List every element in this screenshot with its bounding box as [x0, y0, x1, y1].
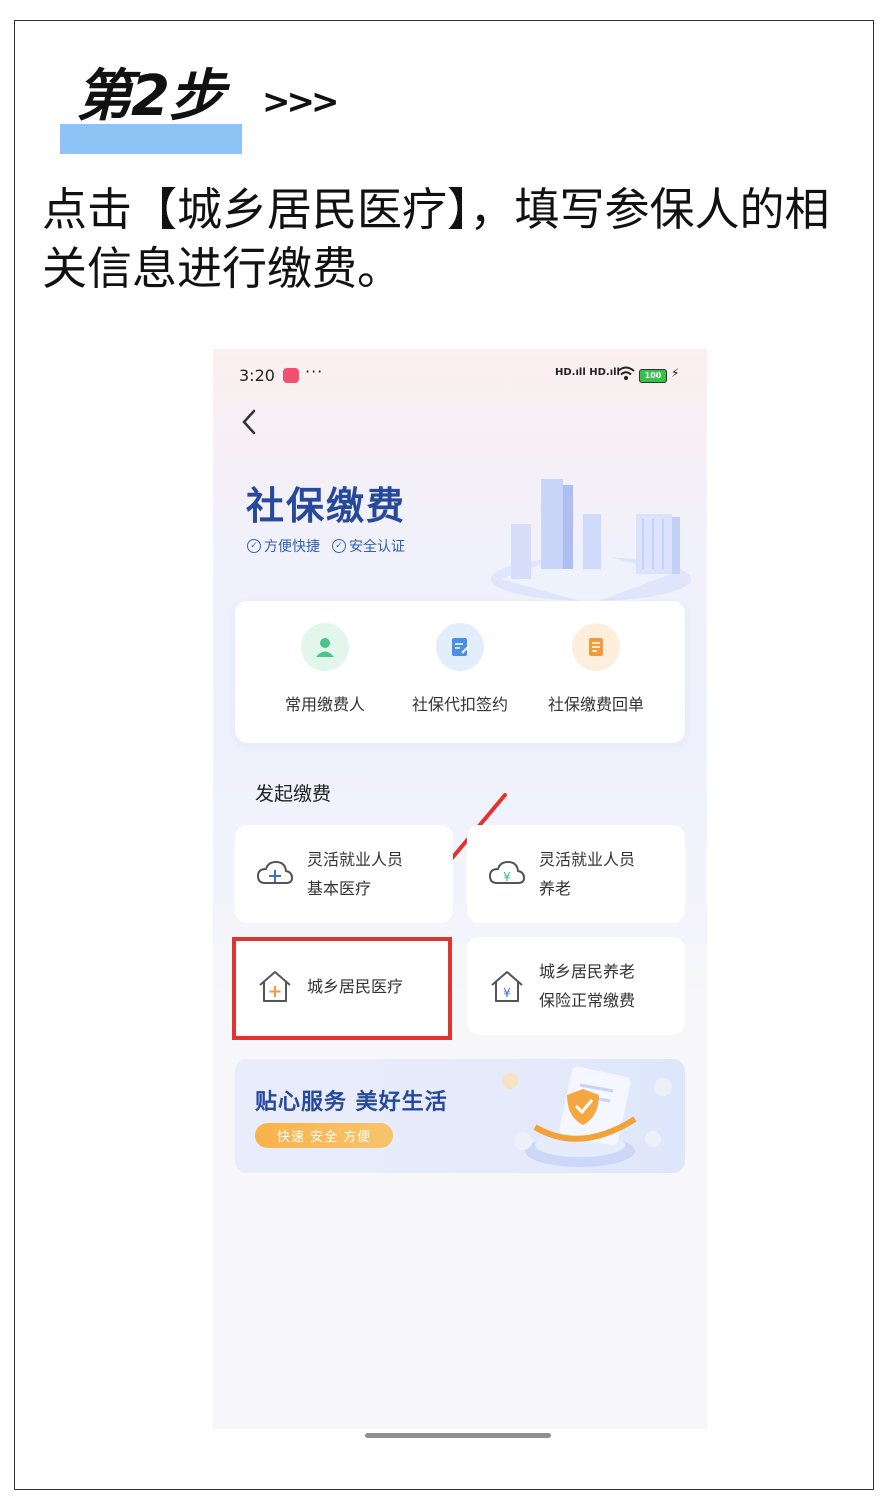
home-indicator[interactable] — [365, 1433, 551, 1438]
instruction-text: 点击【城乡居民医疗】，填写参保人的相关信息进行缴费。 — [42, 183, 830, 295]
quick-action-payer[interactable]: 常用缴费人 — [255, 623, 395, 715]
wifi-icon — [617, 366, 635, 380]
receipt-icon — [572, 623, 620, 671]
hero-tags: ✓ 方便快捷 ✓ 安全认证 — [247, 536, 405, 556]
quick-action-receipt[interactable]: 社保缴费回单 — [526, 623, 666, 715]
check-circle-icon: ✓ — [332, 539, 346, 553]
highlight-box — [232, 937, 452, 1040]
quick-action-sign[interactable]: 社保代扣签约 — [390, 623, 530, 715]
svg-text:¥: ¥ — [503, 870, 511, 884]
step-arrows: >>> — [262, 82, 339, 122]
charging-icon: ⚡ — [671, 366, 680, 380]
status-more-icon: ··· — [305, 362, 324, 381]
banner-subtitle: 快速 安全 方便 — [255, 1123, 394, 1148]
option-flexible-medical[interactable]: 灵活就业人员 基本医疗 — [235, 825, 453, 923]
signal-icon: HD.ıll HD.ıll — [555, 367, 620, 378]
hero-tag: ✓ 安全认证 — [332, 536, 405, 556]
buildings-illustration-icon — [491, 479, 691, 604]
cloud-plus-icon — [256, 860, 294, 884]
service-banner[interactable]: 贴心服务 美好生活 快速 安全 方便 — [235, 1059, 685, 1173]
section-title: 发起缴费 — [255, 783, 332, 805]
back-arrow-icon[interactable] — [241, 409, 257, 442]
quick-actions-card: 常用缴费人 社保代扣签约 社保缴费回单 — [235, 601, 685, 743]
svg-text:¥: ¥ — [503, 986, 511, 1000]
check-circle-icon: ✓ — [247, 539, 261, 553]
status-time: 3:20 — [239, 366, 275, 385]
page-title: 社保缴费 — [246, 484, 407, 528]
notification-app-icon — [283, 368, 299, 383]
option-flexible-pension[interactable]: ¥ 灵活就业人员 养老 — [467, 825, 685, 923]
step-title: 第2步 — [76, 64, 225, 129]
shield-document-illustration-icon — [502, 1066, 672, 1167]
hero-tag: ✓ 方便快捷 — [247, 536, 320, 556]
option-urban-rural-pension[interactable]: ¥ 城乡居民养老 保险正常缴费 — [467, 937, 685, 1035]
house-yen-icon: ¥ — [491, 971, 523, 1002]
phone-screenshot: 3:20 ··· HD.ıll HD.ıll 100 ⚡ 社保缴费 ✓ 方便快捷 … — [213, 349, 707, 1429]
cloud-yen-icon: ¥ — [488, 860, 526, 884]
document-edit-icon — [436, 623, 484, 671]
person-icon — [301, 623, 349, 671]
battery-icon: 100 — [639, 369, 667, 383]
banner-title: 贴心服务 美好生活 — [255, 1090, 448, 1115]
